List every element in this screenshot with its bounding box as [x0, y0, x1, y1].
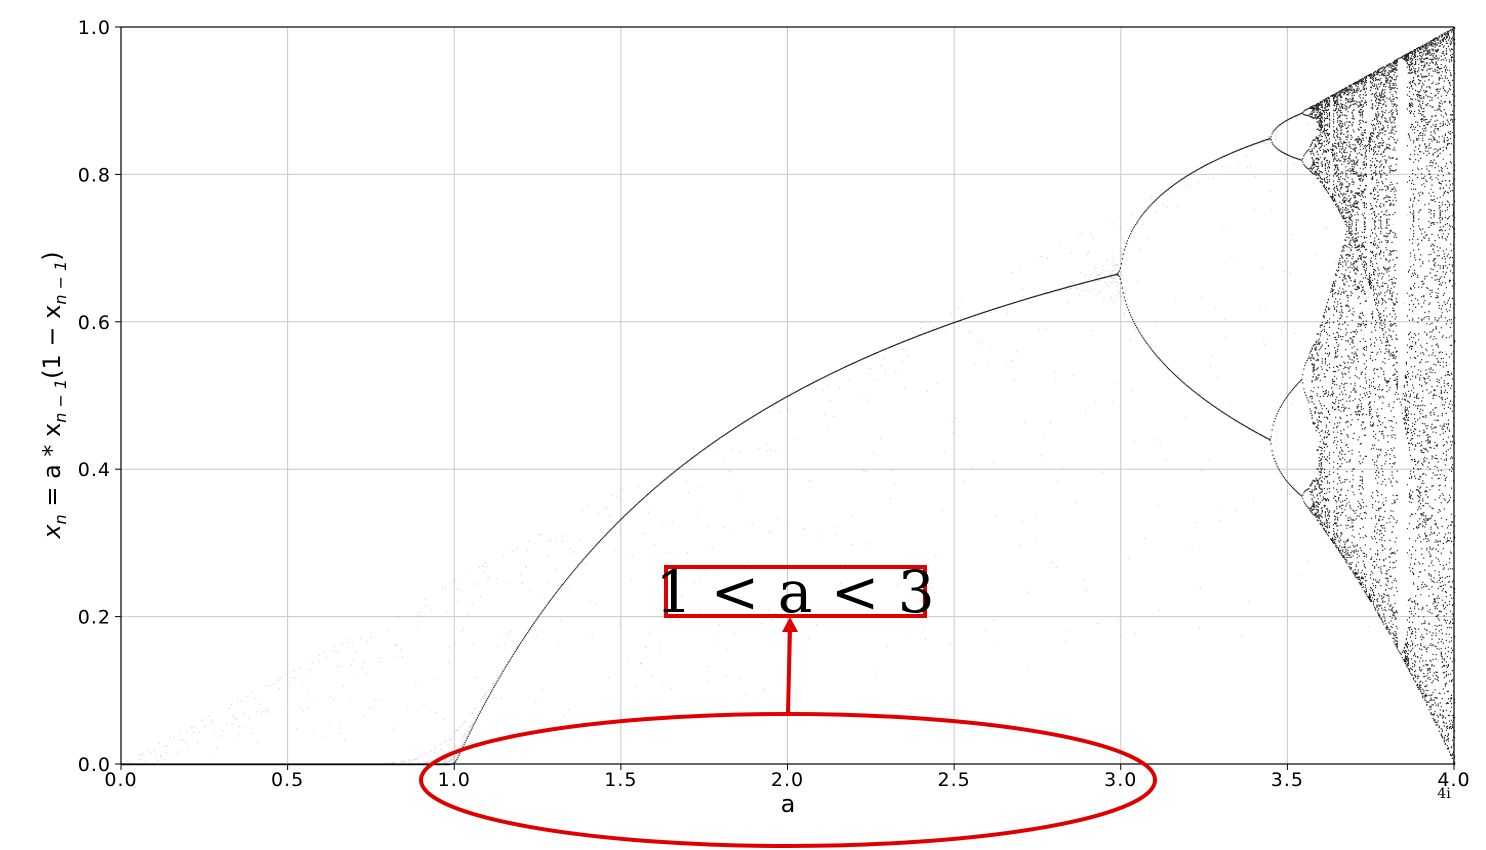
- y-tick-label: 1.0: [78, 17, 111, 39]
- y-tick-label: 0.4: [78, 459, 111, 481]
- x-tick-label: 1.5: [604, 769, 637, 791]
- y-tick-label: 0.8: [78, 164, 111, 186]
- page-number: 4i: [1437, 786, 1451, 802]
- y-tick-label: 0.0: [78, 754, 111, 776]
- svg-text:xn = a * xn − 1(1 − xn − 1): xn = a * xn − 1(1 − xn − 1): [38, 251, 70, 539]
- annotation-text: 1 < a < 3: [655, 558, 934, 626]
- y-axis-ticks: 0.0 0.2 0.4 0.6 0.8 1.0: [78, 17, 121, 776]
- y-tick-label: 0.2: [78, 607, 111, 629]
- y-axis-label: xn = a * xn − 1(1 − xn − 1): [38, 251, 70, 539]
- x-axis-ticks: 0.0 0.5 1.0 1.5 2.0 2.5 3.0 3.5 4.0: [104, 764, 1470, 791]
- x-tick-label: 0.5: [271, 769, 304, 791]
- x-tick-label: 2.5: [938, 769, 971, 791]
- bifurcation-chart: 0.0 0.5 1.0 1.5 2.0 2.5 3.0 3.5 4.0 0.00.20.40.6…: [38, 17, 1470, 848]
- x-axis-label: a: [781, 790, 796, 818]
- annotation-arrow-line: [786, 629, 792, 714]
- y-tick-label: 0.6: [78, 312, 111, 334]
- x-tick-label: 2.0: [771, 769, 804, 791]
- x-tick-label: 1.0: [438, 769, 471, 791]
- x-tick-label: 3.0: [1104, 769, 1137, 791]
- x-tick-label: 3.5: [1271, 769, 1304, 791]
